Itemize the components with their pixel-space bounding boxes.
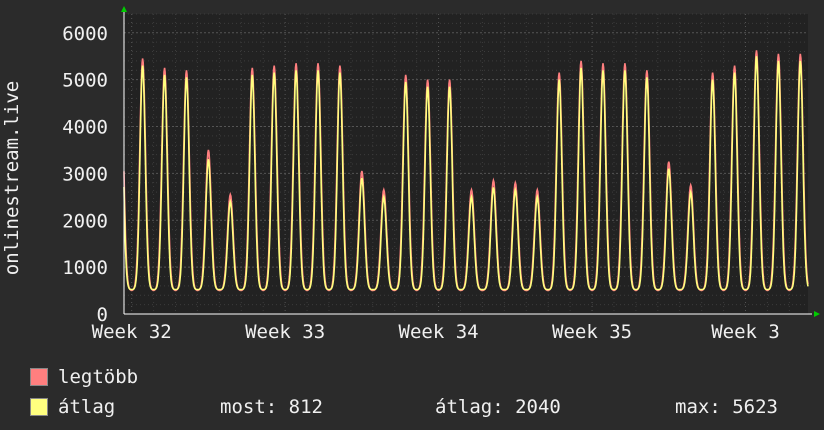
legend-swatch-max xyxy=(30,368,48,386)
x-tick-label: Week 34 xyxy=(399,321,479,343)
stat-now: most: 812 xyxy=(220,396,323,418)
x-axis-arrow xyxy=(814,311,820,317)
legend-label-avg: átlag xyxy=(58,396,116,418)
y-tick-label: 1000 xyxy=(62,257,108,279)
legend-row-avg: átlag most: 812 átlag: 2040 max: 5623 xyxy=(30,392,820,422)
x-tick-label: Week 35 xyxy=(552,321,632,343)
y-tick-label: 4000 xyxy=(62,117,108,139)
legend-swatch-avg xyxy=(30,398,48,416)
y-tick-label: 3000 xyxy=(62,163,108,185)
legend-label-max: legtöbb xyxy=(58,366,139,388)
x-tick-label: Week 3 xyxy=(711,321,780,343)
stat-max: max: 5623 xyxy=(675,396,778,418)
y-tick-label: 6000 xyxy=(62,23,108,45)
y-ticks: 0100020003000400050006000 xyxy=(62,23,108,326)
x-tick-label: Week 33 xyxy=(245,321,325,343)
stat-average: átlag: 2040 xyxy=(435,396,561,418)
x-tick-label: Week 32 xyxy=(92,321,172,343)
y-axis-label: onlinestream.live xyxy=(1,81,23,275)
y-tick-label: 2000 xyxy=(62,210,108,232)
legend-row-max: legtöbb xyxy=(30,362,820,392)
y-tick-label: 5000 xyxy=(62,70,108,92)
y-axis-arrow xyxy=(121,6,127,12)
legend: legtöbb átlag most: 812 átlag: 2040 max:… xyxy=(30,362,820,422)
x-ticks: Week 32 Week 33 Week 34 Week 35 Week 3 xyxy=(92,321,780,343)
